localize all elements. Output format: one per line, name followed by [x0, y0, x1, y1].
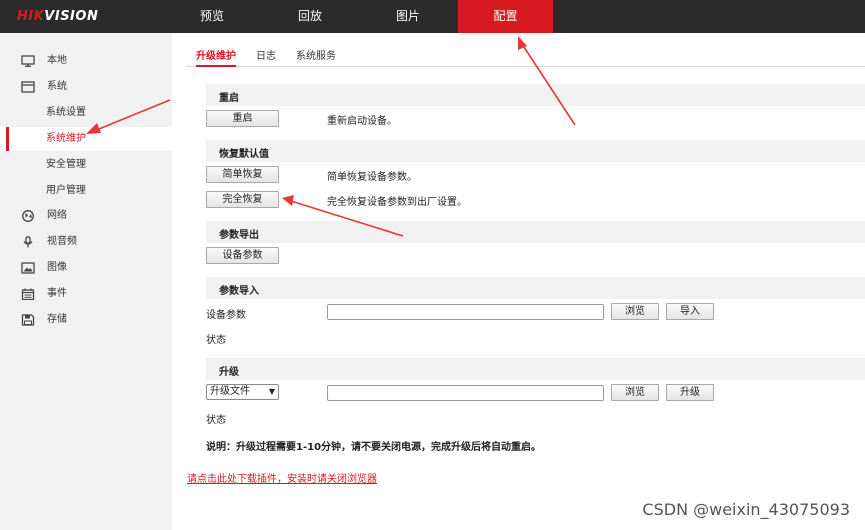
sidebar-item-system-maintenance[interactable]: 系统维护	[0, 127, 172, 151]
calendar-icon	[21, 288, 35, 300]
import-file-path-input[interactable]	[327, 304, 604, 320]
monitor-icon	[21, 55, 35, 67]
chevron-down-icon: ▼	[268, 387, 275, 396]
simple-restore-description: 简单恢复设备参数。	[327, 172, 417, 183]
reboot-button[interactable]: 重启	[206, 110, 279, 127]
sidebar-item-label: 事件	[47, 288, 67, 299]
import-browse-button[interactable]: 浏览	[611, 303, 659, 320]
arrow-head	[282, 195, 294, 206]
hikvision-logo: HIKVISION	[17, 9, 99, 24]
sidebar-item-security-management[interactable]: 安全管理	[0, 153, 172, 177]
import-button[interactable]: 导入	[666, 303, 714, 320]
section-header-upgrade: 升级	[206, 358, 865, 380]
sidebar-item-label: 存储	[47, 314, 67, 325]
reboot-description: 重新启动设备。	[327, 116, 397, 127]
top-navigation-bar: HIKVISION 预览 回放 图片 配置	[0, 0, 865, 33]
export-device-parameters-button[interactable]: 设备参数	[206, 247, 279, 264]
plugin-download-link[interactable]: 请点击此处下载插件，安装时请关闭浏览器	[187, 470, 377, 485]
sidebar-item-label: 网络	[47, 210, 67, 221]
sidebar-item-video-audio[interactable]: 视音频	[0, 230, 172, 254]
globe-icon	[22, 210, 34, 222]
nav-tab-configuration[interactable]: 配置	[458, 0, 553, 33]
upgrade-note: 说明：升级过程需要1-10分钟，请不要关闭电源，完成升级后将自动重启。	[206, 442, 542, 453]
sidebar-item-label: 图像	[47, 262, 67, 273]
upgrade-button[interactable]: 升级	[666, 384, 714, 401]
sidebar-item-label: 系统	[47, 81, 67, 92]
simple-restore-button[interactable]: 简单恢复	[206, 166, 279, 183]
window-icon	[21, 81, 35, 93]
floppy-disk-icon	[21, 314, 35, 326]
sidebar-item-local[interactable]: 本地	[0, 49, 172, 73]
sidebar: 本地 系统 系统设置 系统维护 安全管理 用户管理 网络 视音频 图像 事件 存…	[0, 33, 172, 530]
sidebar-item-label: 视音频	[47, 236, 77, 247]
sidebar-item-label: 系统设置	[46, 107, 86, 118]
section-header-parameter-import: 参数导入	[206, 277, 865, 299]
import-status-label: 状态	[206, 335, 226, 346]
full-restore-button[interactable]: 完全恢复	[206, 191, 279, 208]
section-header-parameter-export: 参数导出	[206, 221, 865, 243]
sidebar-item-network[interactable]: 网络	[0, 204, 172, 228]
csdn-watermark: CSDN @weixin_43075093	[642, 500, 850, 519]
sidebar-item-label: 用户管理	[46, 185, 86, 196]
sidebar-item-storage[interactable]: 存储	[0, 308, 172, 332]
upgrade-file-path-input[interactable]	[327, 385, 604, 401]
sidebar-item-label: 安全管理	[46, 159, 86, 170]
nav-tab-preview[interactable]: 预览	[170, 0, 254, 33]
image-icon	[21, 262, 35, 274]
sidebar-item-user-management[interactable]: 用户管理	[0, 179, 172, 203]
nav-tab-playback[interactable]: 回放	[268, 0, 352, 33]
full-restore-description: 完全恢复设备参数到出厂设置。	[327, 197, 467, 208]
sidebar-item-system-settings[interactable]: 系统设置	[0, 101, 172, 125]
tab-system-service[interactable]: 系统服务	[296, 47, 336, 65]
sidebar-item-system[interactable]: 系统	[0, 75, 172, 99]
upgrade-type-select[interactable]: 升级文件 ▼	[206, 384, 279, 400]
tab-log[interactable]: 日志	[256, 47, 276, 65]
nav-tab-picture[interactable]: 图片	[366, 0, 450, 33]
upgrade-browse-button[interactable]: 浏览	[611, 384, 659, 401]
sidebar-item-event[interactable]: 事件	[0, 282, 172, 306]
section-header-reboot: 重启	[206, 84, 865, 106]
microphone-icon	[23, 236, 33, 248]
sidebar-item-label: 系统维护	[46, 133, 86, 144]
import-device-parameters-label: 设备参数	[206, 310, 246, 321]
sidebar-item-label: 本地	[47, 55, 67, 66]
upgrade-status-label: 状态	[206, 415, 226, 426]
sub-tab-bar: 升级维护 日志 系统服务	[186, 44, 865, 67]
sidebar-item-image[interactable]: 图像	[0, 256, 172, 280]
section-header-restore-defaults: 恢复默认值	[206, 140, 865, 162]
tab-upgrade-maintenance[interactable]: 升级维护	[196, 47, 236, 67]
